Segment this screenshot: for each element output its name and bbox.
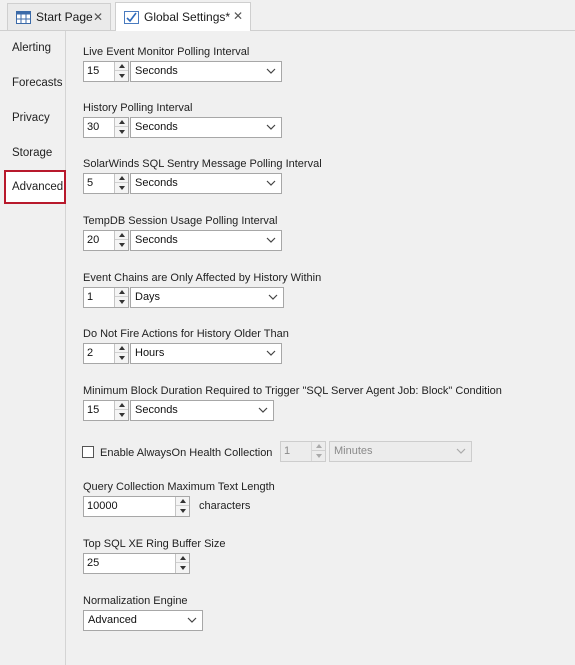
live-event-spinner[interactable]: 15: [83, 61, 129, 82]
min-block-value: 15: [87, 404, 100, 416]
chevron-down-icon: [266, 180, 276, 186]
alwayson-checkbox[interactable]: [82, 446, 94, 458]
triangle-up-icon[interactable]: [115, 231, 128, 240]
nav-item-privacy[interactable]: Privacy: [4, 101, 66, 135]
chevron-down-icon: [187, 617, 197, 623]
triangle-down-icon[interactable]: [115, 297, 128, 306]
history-label: History Polling Interval: [83, 102, 193, 114]
event-chains-label: Event Chains are Only Affected by Histor…: [83, 272, 322, 284]
min-block-label: Minimum Block Duration Required to Trigg…: [83, 385, 502, 397]
tab-start-page[interactable]: Start Page ✕: [7, 3, 111, 30]
triangle-down-icon[interactable]: [115, 71, 128, 80]
history-unit-select[interactable]: Seconds: [130, 117, 282, 138]
triangle-down-icon[interactable]: [115, 410, 128, 419]
alwayson-label: Enable AlwaysOn Health Collection: [100, 447, 273, 459]
normalization-label: Normalization Engine: [83, 595, 188, 607]
triangle-up-icon[interactable]: [115, 288, 128, 297]
document-tab-strip: Start Page ✕ Global Settings* ✕: [0, 0, 575, 31]
triangle-up-icon[interactable]: [115, 401, 128, 410]
history-unit: Seconds: [135, 121, 178, 133]
triangle-down-icon[interactable]: [176, 563, 189, 572]
no-fire-unit-select[interactable]: Hours: [130, 343, 282, 364]
triangle-up-icon[interactable]: [176, 497, 189, 506]
alwayson-value: 1: [284, 445, 291, 457]
query-text-spinner[interactable]: 10000: [83, 496, 190, 517]
event-chains-unit-select[interactable]: Days: [130, 287, 284, 308]
query-text-suffix: characters: [199, 500, 251, 512]
tab-global-settings-label: Global Settings*: [144, 10, 231, 24]
tab-start-page-label: Start Page: [36, 10, 93, 24]
min-block-unit-select[interactable]: Seconds: [130, 400, 274, 421]
close-icon[interactable]: ✕: [93, 10, 103, 24]
live-event-unit-select[interactable]: Seconds: [130, 61, 282, 82]
ring-buffer-value: 25: [87, 557, 100, 569]
triangle-up-icon[interactable]: [115, 62, 128, 71]
no-fire-spinner[interactable]: 2: [83, 343, 129, 364]
chevron-down-icon: [268, 294, 278, 300]
solarwinds-value: 5: [87, 177, 94, 189]
no-fire-label: Do Not Fire Actions for History Older Th…: [83, 328, 289, 340]
query-text-label: Query Collection Maximum Text Length: [83, 481, 275, 493]
advanced-settings-panel: Live Event Monitor Polling Interval 15 S…: [67, 31, 575, 665]
solarwinds-unit: Seconds: [135, 177, 178, 189]
settings-nav: Alerting Forecasts Privacy Storage Advan…: [0, 31, 66, 665]
solarwinds-label: SolarWinds SQL Sentry Message Polling In…: [83, 158, 322, 170]
tempdb-unit: Seconds: [135, 234, 178, 246]
normalization-value: Advanced: [88, 614, 137, 626]
chevron-down-icon: [266, 124, 276, 130]
history-spinner[interactable]: 30: [83, 117, 129, 138]
triangle-up-icon[interactable]: [115, 118, 128, 127]
close-icon[interactable]: ✕: [233, 9, 243, 23]
no-fire-unit: Hours: [135, 347, 165, 359]
ring-buffer-spinner[interactable]: 25: [83, 553, 190, 574]
solarwinds-spinner[interactable]: 5: [83, 173, 129, 194]
triangle-up-icon[interactable]: [115, 174, 128, 183]
nav-item-storage[interactable]: Storage: [4, 136, 66, 170]
event-chains-spinner[interactable]: 1: [83, 287, 129, 308]
triangle-down-icon[interactable]: [176, 506, 189, 515]
triangle-up-icon[interactable]: [115, 344, 128, 353]
chevron-down-icon: [258, 407, 268, 413]
chevron-down-icon: [266, 237, 276, 243]
event-chains-value: 1: [87, 291, 94, 303]
query-text-value: 10000: [87, 500, 118, 512]
checklist-icon: [124, 10, 139, 24]
tempdb-unit-select[interactable]: Seconds: [130, 230, 282, 251]
alwayson-unit-select[interactable]: Minutes: [329, 441, 472, 462]
event-chains-unit: Days: [135, 291, 161, 303]
triangle-up-icon[interactable]: [312, 442, 325, 451]
tab-global-settings[interactable]: Global Settings* ✕: [115, 2, 251, 31]
min-block-unit: Seconds: [135, 404, 178, 416]
min-block-spinner[interactable]: 15: [83, 400, 129, 421]
triangle-down-icon[interactable]: [115, 240, 128, 249]
triangle-down-icon[interactable]: [115, 353, 128, 362]
live-event-value: 15: [87, 65, 100, 77]
live-event-label: Live Event Monitor Polling Interval: [83, 46, 250, 58]
normalization-select[interactable]: Advanced: [83, 610, 203, 631]
chevron-down-icon: [266, 68, 276, 74]
chevron-down-icon: [456, 448, 466, 454]
alwayson-unit: Minutes: [334, 445, 373, 457]
triangle-down-icon[interactable]: [312, 451, 325, 460]
solarwinds-unit-select[interactable]: Seconds: [130, 173, 282, 194]
tempdb-label: TempDB Session Usage Polling Interval: [83, 215, 278, 227]
grid-icon: [16, 10, 31, 24]
history-value: 30: [87, 121, 100, 133]
nav-item-advanced[interactable]: Advanced: [4, 170, 66, 204]
nav-item-forecasts[interactable]: Forecasts: [4, 66, 66, 100]
tempdb-value: 20: [87, 234, 100, 246]
alwayson-spinner[interactable]: 1: [280, 441, 326, 462]
no-fire-value: 2: [87, 347, 94, 359]
triangle-up-icon[interactable]: [176, 554, 189, 563]
live-event-unit: Seconds: [135, 65, 178, 77]
ring-buffer-label: Top SQL XE Ring Buffer Size: [83, 538, 226, 550]
nav-item-alerting[interactable]: Alerting: [4, 31, 66, 65]
triangle-down-icon[interactable]: [115, 183, 128, 192]
chevron-down-icon: [266, 350, 276, 356]
triangle-down-icon[interactable]: [115, 127, 128, 136]
tempdb-spinner[interactable]: 20: [83, 230, 129, 251]
